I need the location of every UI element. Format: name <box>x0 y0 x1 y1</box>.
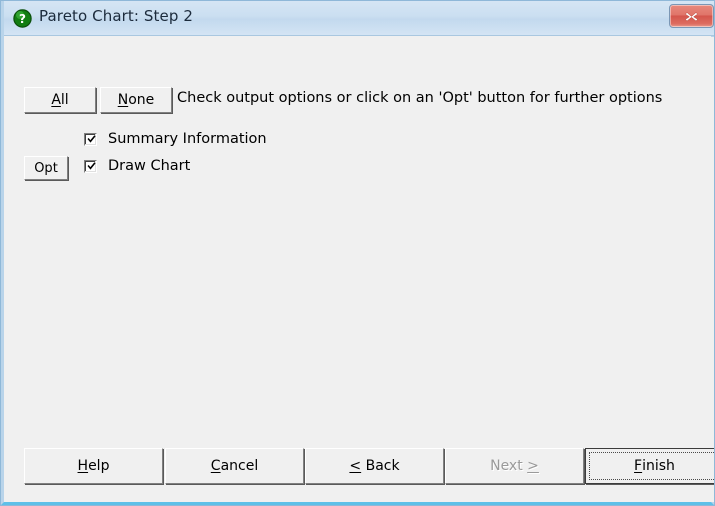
svg-text:?: ? <box>19 12 26 26</box>
check-mark-icon <box>87 161 96 170</box>
option-label-summary-information: Summary Information <box>108 131 267 147</box>
all-button[interactable]: All <box>24 87 96 113</box>
title-bar: ? Pareto Chart: Step 2 <box>4 0 715 36</box>
finish-button[interactable]: Finish <box>585 448 715 484</box>
help-button-label: Help <box>77 458 110 474</box>
option-row-draw-chart[interactable]: Draw Chart <box>84 158 190 174</box>
dialog-window: ? Pareto Chart: Step 2 All None Check ou… <box>0 0 715 506</box>
option-row-summary-information[interactable]: Summary Information <box>84 131 267 147</box>
instruction-text: Check output options or click on an 'Opt… <box>177 90 663 106</box>
opt-button-label: Opt <box>34 160 58 176</box>
back-button[interactable]: < Back <box>305 448 444 484</box>
option-label-draw-chart: Draw Chart <box>108 158 191 174</box>
help-button[interactable]: Help <box>24 448 163 484</box>
help-question-icon: ? <box>13 9 32 28</box>
none-button[interactable]: None <box>100 87 172 113</box>
finish-button-label: Finish <box>589 452 715 480</box>
cancel-button-label: Cancel <box>210 458 259 474</box>
none-button-label: None <box>117 92 155 108</box>
window-title: Pareto Chart: Step 2 <box>39 7 193 25</box>
back-button-label: < Back <box>349 458 400 474</box>
all-button-label: All <box>51 92 69 108</box>
opt-button-draw-chart[interactable]: Opt <box>24 156 68 180</box>
cancel-button[interactable]: Cancel <box>165 448 304 484</box>
checkbox-draw-chart[interactable] <box>84 159 97 173</box>
next-button[interactable]: Next > <box>445 448 584 484</box>
check-mark-icon <box>87 134 96 143</box>
close-icon <box>685 11 698 21</box>
next-button-label: Next > <box>490 458 539 474</box>
close-button[interactable] <box>669 4 714 28</box>
checkbox-summary-information[interactable] <box>84 132 97 146</box>
dialog-client-area: All None Check output options or click o… <box>8 37 715 502</box>
